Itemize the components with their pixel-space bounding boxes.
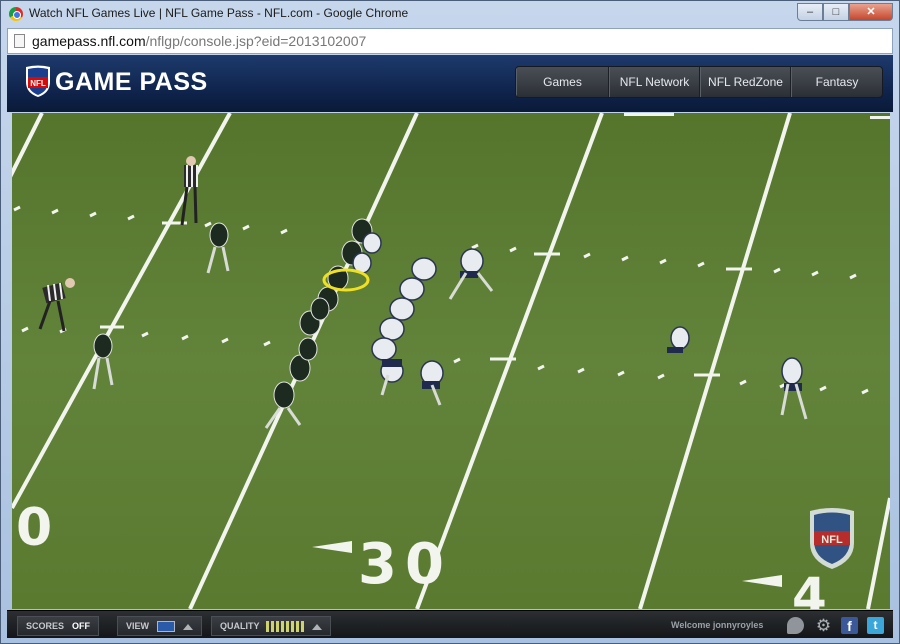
close-button[interactable]: ✕ [849,3,893,21]
game-pass-header: NFL GAME PASS Games NFL Network NFL RedZ… [7,55,893,112]
scores-value: OFF [72,621,91,631]
gear-icon[interactable]: ⚙ [815,617,832,634]
yard-number-30: 30 [358,532,452,597]
quality-arrow-up-icon[interactable] [311,623,322,630]
game-pass-logo[interactable]: GAME PASS [55,68,208,97]
yard-number-0: 0 [16,498,52,558]
nav-games[interactable]: Games [516,67,609,97]
scores-label: SCORES [26,621,65,631]
address-bar[interactable]: gamepass.nfl.com/nflgp/console.jsp?eid=2… [7,28,893,54]
window-controls: – □ ✕ [797,3,893,21]
scores-toggle[interactable]: SCORES OFF [17,616,100,636]
twitter-icon[interactable]: t [867,617,884,634]
page-icon [14,34,25,48]
quality-label: QUALITY [220,621,260,631]
watermark-text: NFL [821,534,843,546]
main-nav: Games NFL Network NFL RedZone Fantasy [515,66,883,98]
window-title: Watch NFL Games Live | NFL Game Pass - N… [29,6,409,20]
title-bar[interactable]: Watch NFL Games Live | NFL Game Pass - N… [1,1,899,27]
maximize-button[interactable]: □ [823,3,849,21]
nav-nfl-network[interactable]: NFL Network [609,67,700,97]
view-mode-icon [157,621,176,633]
video-player[interactable]: 0 30 4 NFL [12,113,890,609]
minimize-button[interactable]: – [797,3,823,21]
chat-icon[interactable] [787,617,804,634]
url-path: /nflgp/console.jsp?eid=2013102007 [145,33,367,49]
chrome-icon [9,7,23,21]
browser-window: Watch NFL Games Live | NFL Game Pass - N… [0,0,900,644]
shield-text: NFL [30,79,46,88]
quality-selector[interactable]: QUALITY [211,616,331,636]
view-selector[interactable]: VIEW [117,616,203,636]
quality-bars-icon [265,621,304,633]
view-arrow-up-icon[interactable] [183,623,194,630]
nav-fantasy[interactable]: Fantasy [791,67,882,97]
facebook-icon[interactable]: f [841,617,858,634]
nav-nfl-redzone[interactable]: NFL RedZone [700,67,791,97]
view-label: VIEW [126,621,150,631]
url-text[interactable]: gamepass.nfl.com/nflgp/console.jsp?eid=2… [32,33,366,49]
yard-number-40: 4 [792,567,827,609]
nfl-shield-logo: NFL [26,65,50,97]
welcome-text: Welcome jonnyroyles [671,620,764,630]
football-field: 0 30 4 NFL [12,113,890,609]
player-control-bar: SCORES OFF VIEW QUALITY Welcome jonnyroyl… [7,610,893,638]
url-host: gamepass.nfl.com [32,33,146,49]
